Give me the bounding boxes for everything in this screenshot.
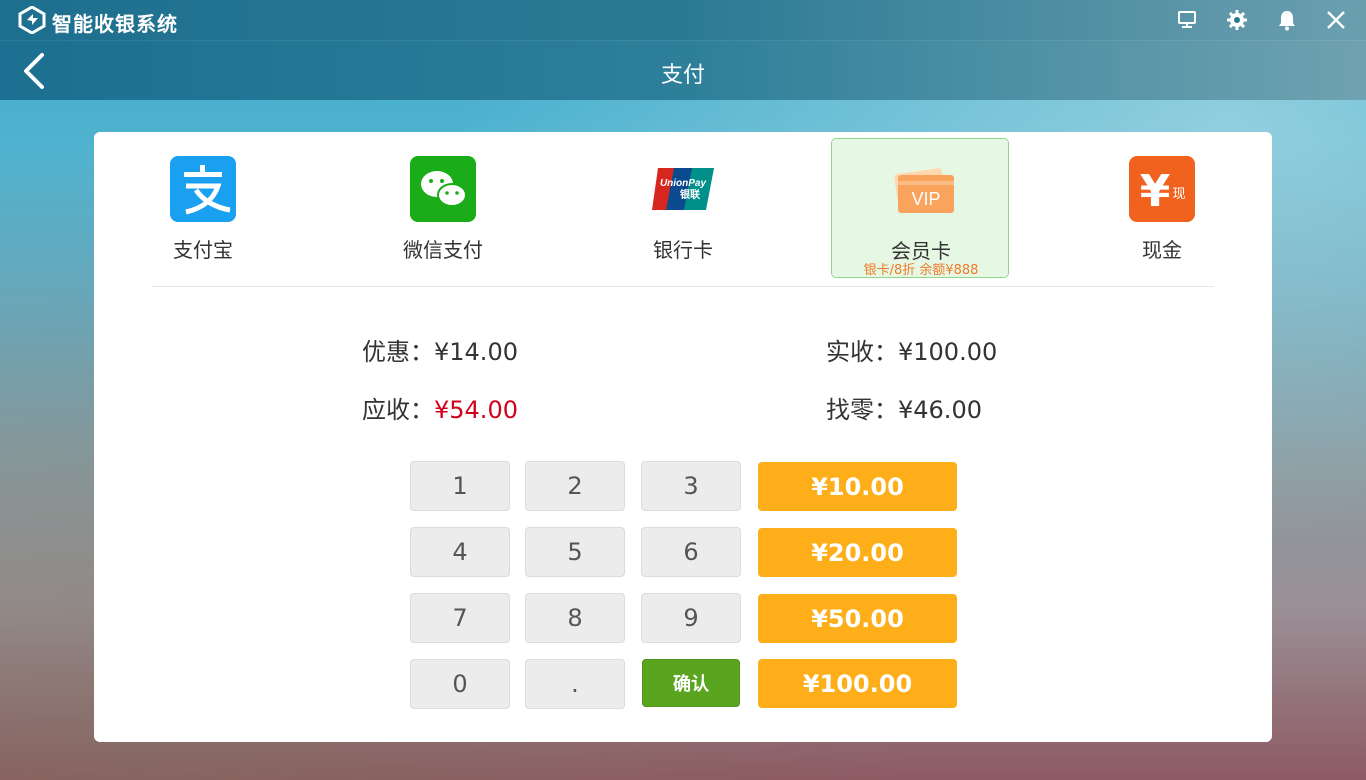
cash-cn-text: 现 — [1172, 187, 1185, 202]
due-value: ¥54.00 — [434, 396, 518, 424]
nav-bar: 支付 — [0, 40, 1366, 100]
unionpay-cn-text: 银联 — [680, 188, 700, 201]
quick-amount-100[interactable]: ¥100.00 — [758, 659, 957, 708]
app-title: 智能收银系统 — [52, 12, 178, 36]
page-title: 支付 — [660, 63, 705, 88]
payment-panel: 支付宝 微信支付 UnionPay 银联 银行卡 VIP 会员卡 银卡/8折 余… — [94, 132, 1272, 742]
key-2[interactable]: 2 — [525, 461, 625, 511]
change-row: 找零：¥46.00 — [826, 390, 982, 425]
bell-icon[interactable] — [1275, 8, 1299, 32]
key-3[interactable]: 3 — [641, 461, 741, 511]
quick-amount-10[interactable]: ¥10.00 — [758, 462, 957, 511]
key-5[interactable]: 5 — [525, 527, 625, 577]
received-value: ¥100.00 — [898, 338, 998, 366]
monitor-icon[interactable] — [1175, 8, 1199, 32]
member-card-info: 银卡/8折 余额¥888 — [863, 263, 979, 278]
change-label: 找零： — [826, 396, 898, 424]
key-dot[interactable]: . — [525, 659, 625, 709]
due-label: 应收： — [362, 396, 434, 424]
alipay-icon — [170, 156, 236, 222]
key-8[interactable]: 8 — [525, 593, 625, 643]
yen-text: ¥ — [1140, 166, 1171, 217]
due-row: 应收：¥54.00 — [362, 390, 518, 425]
title-bar: 智能收银系统 — [0, 0, 1366, 40]
payment-methods: 支付宝 微信支付 UnionPay 银联 银行卡 VIP 会员卡 银卡/8折 余… — [94, 132, 1272, 287]
method-alipay[interactable]: 支付宝 — [114, 138, 292, 278]
unionpay-icon: UnionPay 银联 — [652, 168, 714, 210]
received-label: 实收： — [826, 338, 898, 366]
method-label: 银行卡 — [653, 238, 713, 262]
method-bank-card[interactable]: UnionPay 银联 银行卡 — [594, 138, 772, 278]
close-icon[interactable] — [1324, 8, 1348, 32]
app-logo-icon — [18, 6, 46, 34]
discount-row: 优惠：¥14.00 — [362, 332, 518, 367]
vip-text: VIP — [911, 189, 940, 209]
discount-value: ¥14.00 — [434, 338, 518, 366]
discount-label: 优惠： — [362, 338, 434, 366]
method-cash[interactable]: ¥ 现 现金 — [1073, 138, 1251, 278]
method-member-card[interactable]: VIP 会员卡 银卡/8折 余额¥888 — [831, 138, 1009, 278]
received-row: 实收：¥100.00 — [826, 332, 997, 367]
method-label: 支付宝 — [173, 238, 233, 262]
quick-amount-50[interactable]: ¥50.00 — [758, 594, 957, 643]
key-1[interactable]: 1 — [410, 461, 510, 511]
method-label: 现金 — [1142, 238, 1182, 262]
quick-amount-20[interactable]: ¥20.00 — [758, 528, 957, 577]
gear-icon[interactable] — [1225, 8, 1249, 32]
wechat-pay-icon — [410, 156, 476, 222]
key-6[interactable]: 6 — [641, 527, 741, 577]
method-label: 微信支付 — [403, 238, 483, 262]
divider — [152, 286, 1214, 287]
vip-card-icon: VIP — [894, 168, 954, 213]
cash-icon: ¥ 现 — [1129, 156, 1195, 222]
method-wechat-pay[interactable]: 微信支付 — [354, 138, 532, 278]
confirm-button[interactable]: 确认 — [642, 659, 740, 707]
unionpay-text: UnionPay — [660, 178, 707, 189]
key-7[interactable]: 7 — [410, 593, 510, 643]
change-value: ¥46.00 — [898, 396, 982, 424]
key-9[interactable]: 9 — [641, 593, 741, 643]
key-4[interactable]: 4 — [410, 527, 510, 577]
key-0[interactable]: 0 — [410, 659, 510, 709]
